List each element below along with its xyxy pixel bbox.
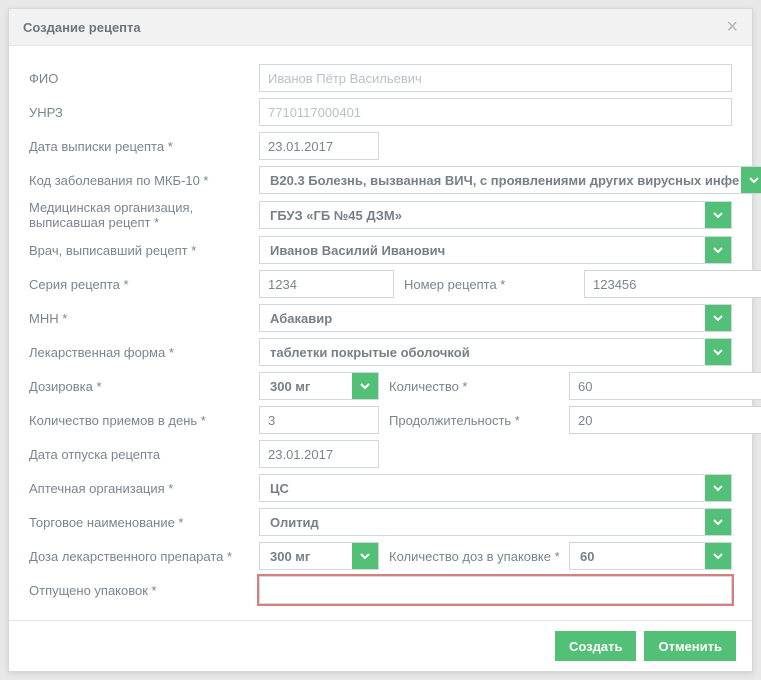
label-duration: Продолжительность * — [389, 413, 559, 428]
label-number: Номер рецепта * — [404, 277, 574, 292]
trade-name-value: Олитид — [268, 515, 705, 530]
date-issue-input[interactable] — [259, 132, 379, 160]
label-mnn: МНН * — [29, 311, 259, 326]
qty-input[interactable] — [569, 372, 761, 400]
label-dosage: Дозировка * — [29, 379, 259, 394]
chevron-down-icon — [705, 543, 731, 569]
org-select[interactable]: ГБУЗ «ГБ №45 ДЗМ» — [259, 201, 732, 229]
mnn-value: Абакавир — [268, 311, 705, 326]
chevron-down-icon — [705, 305, 731, 331]
chevron-down-icon — [352, 543, 378, 569]
chevron-down-icon — [705, 475, 731, 501]
pharmacy-value: ЦС — [268, 481, 705, 496]
chevron-down-icon — [705, 339, 731, 365]
chevron-down-icon — [705, 237, 731, 263]
unrz-input[interactable] — [259, 98, 732, 126]
label-packs-dispensed: Отпущено упаковок * — [29, 583, 259, 598]
label-qty: Количество * — [389, 379, 559, 394]
trade-name-select[interactable]: Олитид — [259, 508, 732, 536]
label-fio: ФИО — [29, 71, 259, 86]
modal-body: ФИО УНРЗ Дата выписки рецепта * Код забо… — [9, 46, 752, 620]
cancel-button[interactable]: Отменить — [644, 631, 736, 661]
chevron-down-icon — [705, 202, 731, 228]
label-unrz: УНРЗ — [29, 105, 259, 120]
duration-input[interactable] — [569, 406, 761, 434]
date-release-input[interactable] — [259, 440, 379, 468]
label-mkb: Код заболевания по МКБ-10 * — [29, 173, 259, 188]
chevron-down-icon — [705, 509, 731, 535]
dosage-select[interactable]: 300 мг — [259, 372, 379, 400]
doses-per-pack-value: 60 — [578, 549, 705, 564]
series-input[interactable] — [259, 270, 394, 298]
modal-header: Создание рецепта × — [9, 9, 752, 46]
label-per-day: Количество приемов в день * — [29, 413, 259, 428]
mnn-select[interactable]: Абакавир — [259, 304, 732, 332]
modal-title: Создание рецепта — [23, 20, 141, 35]
drug-dose-value: 300 мг — [268, 549, 352, 564]
label-drug-dose: Доза лекарственного препарата * — [29, 549, 259, 564]
label-doses-per-pack: Количество доз в упаковке * — [389, 549, 559, 564]
chevron-down-icon — [352, 373, 378, 399]
doctor-select[interactable]: Иванов Василий Иванович — [259, 236, 732, 264]
create-button[interactable]: Создать — [555, 631, 636, 661]
label-form: Лекарственная форма * — [29, 345, 259, 360]
label-pharmacy: Аптечная организация * — [29, 481, 259, 496]
label-date-release: Дата отпуска рецепта — [29, 447, 259, 462]
chevron-down-icon — [741, 167, 761, 193]
drug-dose-select[interactable]: 300 мг — [259, 542, 379, 570]
number-input[interactable] — [584, 270, 761, 298]
packs-dispensed-input[interactable] — [259, 576, 732, 604]
dosage-value: 300 мг — [268, 379, 352, 394]
modal-create-recipe: Создание рецепта × ФИО УНРЗ Дата выписки… — [8, 8, 753, 672]
mkb-select[interactable]: B20.3 Болезнь, вызванная ВИЧ, с проявлен… — [259, 166, 761, 194]
label-trade-name: Торговое наименование * — [29, 515, 259, 530]
form-value: таблетки покрытые оболочкой — [268, 345, 705, 360]
label-series: Серия рецепта * — [29, 277, 259, 292]
doctor-value: Иванов Василий Иванович — [268, 243, 705, 258]
label-date-issue: Дата выписки рецепта * — [29, 139, 259, 154]
label-doctor: Врач, выписавший рецепт * — [29, 243, 259, 258]
fio-input[interactable] — [259, 64, 732, 92]
form-select[interactable]: таблетки покрытые оболочкой — [259, 338, 732, 366]
per-day-input[interactable] — [259, 406, 379, 434]
pharmacy-select[interactable]: ЦС — [259, 474, 732, 502]
mkb-value: B20.3 Болезнь, вызванная ВИЧ, с проявлен… — [268, 173, 741, 188]
doses-per-pack-select[interactable]: 60 — [569, 542, 732, 570]
modal-footer: Создать Отменить — [9, 620, 752, 671]
org-value: ГБУЗ «ГБ №45 ДЗМ» — [268, 208, 705, 223]
label-org: Медицинская организация, выписавшая реце… — [29, 200, 259, 230]
close-icon[interactable]: × — [726, 17, 738, 37]
